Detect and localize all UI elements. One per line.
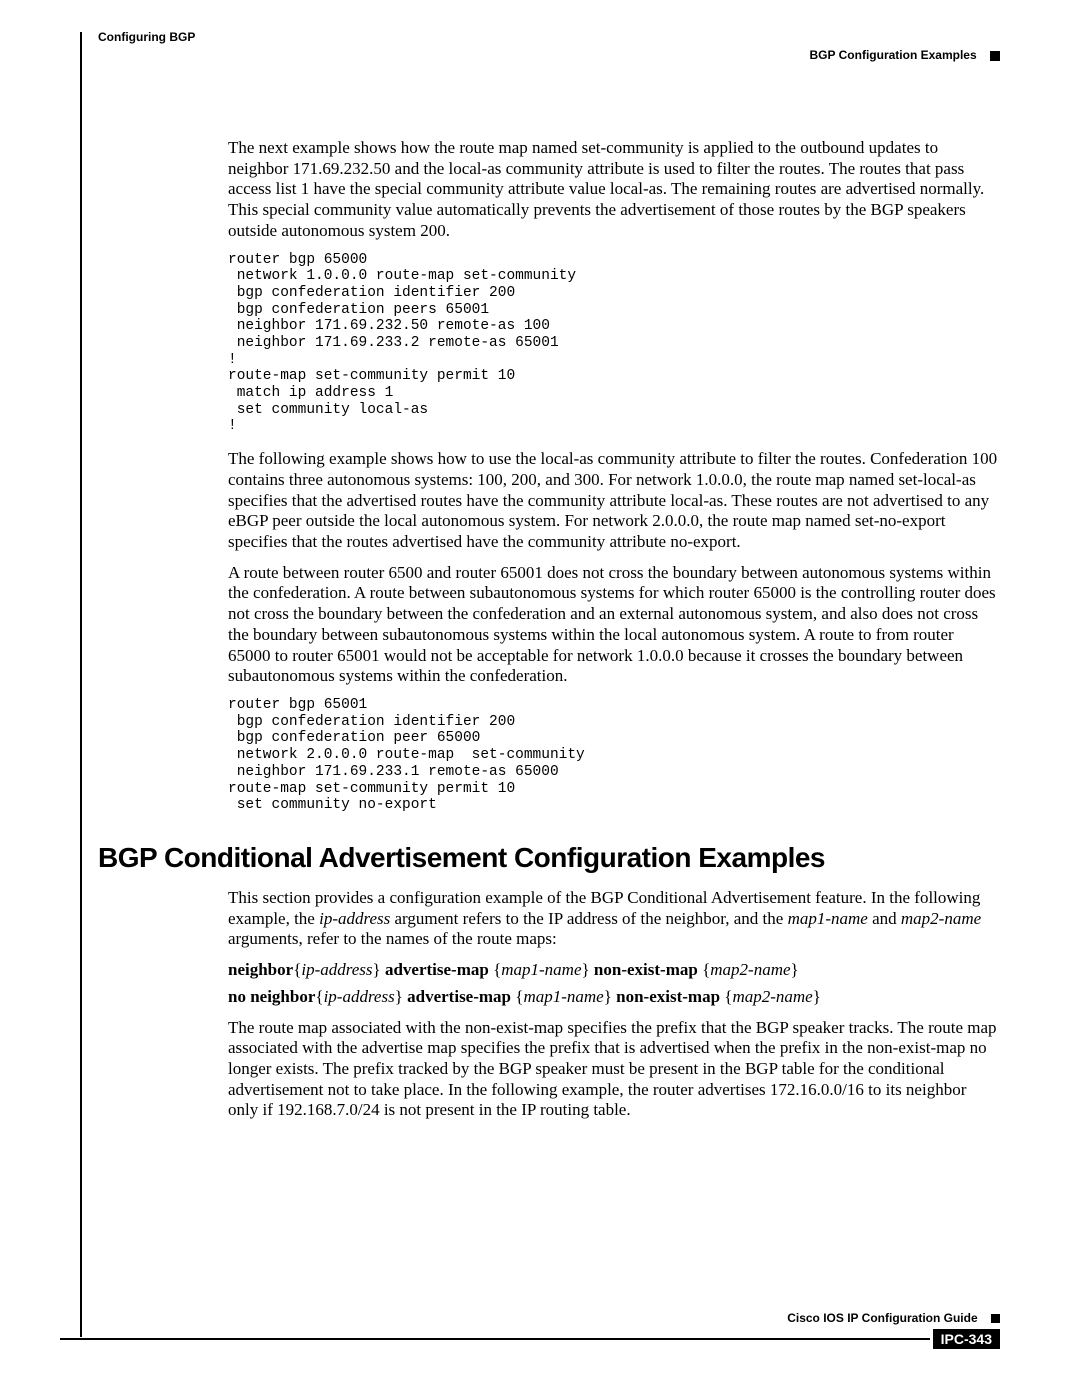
- kw: advertise-map: [381, 960, 493, 979]
- syntax-line-1: neighbor{ip-address} advertise-map {map1…: [228, 960, 1000, 981]
- chapter-title: Configuring BGP: [98, 30, 1000, 44]
- arg: ip-address: [319, 909, 390, 928]
- guide-title: Cisco IOS IP Configuration Guide: [787, 1311, 977, 1325]
- arg: map2-name: [732, 987, 812, 1006]
- page-number-bar: IPC-343: [60, 1329, 1000, 1349]
- paragraph: The route map associated with the non-ex…: [228, 1018, 1000, 1122]
- arg: map2-name: [710, 960, 790, 979]
- page-number: IPC-343: [933, 1329, 1000, 1349]
- paragraph: A route between router 6500 and router 6…: [228, 563, 1000, 687]
- brace: }: [373, 960, 381, 979]
- paragraph: The next example shows how the route map…: [228, 138, 1000, 242]
- left-rule: [80, 32, 82, 1337]
- brace: {: [493, 960, 501, 979]
- kw: non-exist-map: [612, 987, 724, 1006]
- section-heading: BGP Conditional Advertisement Configurat…: [98, 842, 1000, 874]
- kw: neighbor: [228, 960, 293, 979]
- footer-rule: [60, 1338, 930, 1340]
- body-content: The next example shows how the route map…: [228, 138, 1000, 814]
- kw: no neighbor: [228, 987, 315, 1006]
- footer-square-icon: [991, 1314, 1000, 1323]
- header-square-icon: [990, 51, 1000, 61]
- section-label: BGP Configuration Examples: [810, 48, 977, 62]
- running-header: Configuring BGP BGP Configuration Exampl…: [98, 30, 1000, 78]
- paragraph: The following example shows how to use t…: [228, 449, 1000, 553]
- kw: non-exist-map: [590, 960, 702, 979]
- section-title-right: BGP Configuration Examples: [810, 48, 1000, 62]
- kw: advertise-map: [403, 987, 515, 1006]
- arg: map1-name: [501, 960, 581, 979]
- arg: map1-name: [788, 909, 868, 928]
- brace: }: [582, 960, 590, 979]
- code-block-1: router bgp 65000 network 1.0.0.0 route-m…: [228, 252, 1000, 435]
- brace: }: [791, 960, 799, 979]
- brace: }: [604, 987, 612, 1006]
- text: and: [868, 909, 901, 928]
- guide-title-line: Cisco IOS IP Configuration Guide: [60, 1311, 1000, 1325]
- page: Configuring BGP BGP Configuration Exampl…: [0, 0, 1080, 1397]
- section2-content: This section provides a configuration ex…: [228, 888, 1000, 1121]
- arg: map2-name: [901, 909, 981, 928]
- text: argument refers to the IP address of the…: [390, 909, 787, 928]
- page-footer: Cisco IOS IP Configuration Guide IPC-343: [60, 1311, 1000, 1349]
- paragraph-intro: This section provides a configuration ex…: [228, 888, 1000, 950]
- arg: map1-name: [523, 987, 603, 1006]
- syntax-line-2: no neighbor{ip-address} advertise-map {m…: [228, 987, 1000, 1008]
- text: arguments, refer to the names of the rou…: [228, 929, 557, 948]
- arg: ip-address: [301, 960, 372, 979]
- brace: {: [315, 987, 323, 1006]
- brace: }: [395, 987, 403, 1006]
- brace: }: [813, 987, 821, 1006]
- code-block-2: router bgp 65001 bgp confederation ident…: [228, 697, 1000, 814]
- arg: ip-address: [324, 987, 395, 1006]
